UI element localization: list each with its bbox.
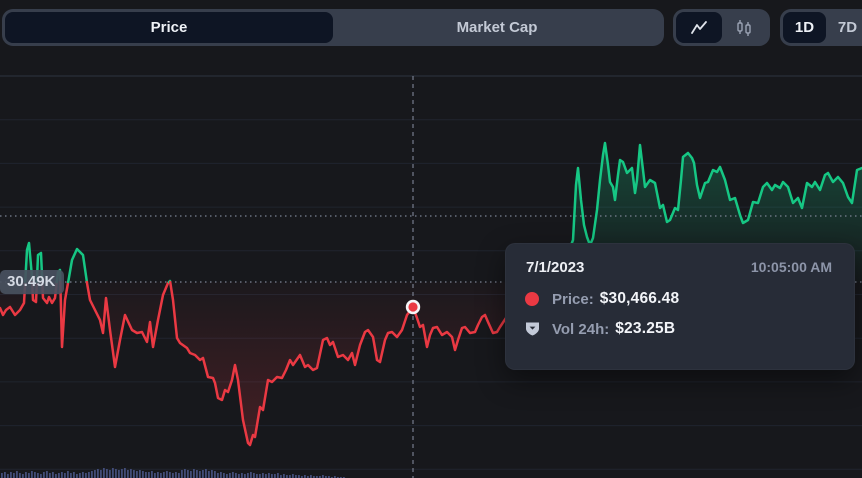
tooltip-price-label: Price: bbox=[552, 291, 594, 308]
tooltip-volume-value: $23.25B bbox=[615, 320, 675, 338]
chart-type-toggle bbox=[673, 9, 770, 46]
market-cap-tab[interactable]: Market Cap bbox=[333, 12, 661, 43]
range-1d-button[interactable]: 1D bbox=[783, 12, 826, 43]
price-chart-canvas[interactable] bbox=[0, 0, 862, 478]
tooltip-volume-label: Vol 24h: bbox=[552, 321, 609, 338]
chart-tooltip: 7/1/2023 10:05:00 AM Price: $30,466.48 V… bbox=[505, 243, 855, 370]
crypto-chart-screen: 30.49K 7/1/2023 10:05:00 AM Price: $30,4… bbox=[0, 0, 862, 478]
range-7d-button[interactable]: 7D bbox=[826, 12, 862, 43]
tooltip-price-value: $30,466.48 bbox=[600, 290, 680, 308]
tooltip-time: 10:05:00 AM bbox=[751, 259, 832, 275]
tooltip-volume-row: Vol 24h: $23.25B bbox=[521, 319, 834, 339]
metric-toggle: Price Market Cap bbox=[2, 9, 664, 46]
candlestick-icon bbox=[735, 19, 753, 37]
price-chart[interactable]: 30.49K 7/1/2023 10:05:00 AM Price: $30,4… bbox=[0, 0, 862, 478]
line-chart-icon bbox=[691, 21, 707, 35]
time-range-toggle: 1D 7D bbox=[780, 9, 862, 46]
price-series-dot-icon bbox=[521, 292, 543, 306]
volume-shield-icon bbox=[521, 321, 543, 337]
price-tab[interactable]: Price bbox=[5, 12, 333, 43]
baseline-price-label: 30.49K bbox=[0, 270, 64, 294]
line-chart-type-button[interactable] bbox=[676, 12, 722, 43]
tooltip-price-row: Price: $30,466.48 bbox=[521, 289, 834, 309]
tooltip-date: 7/1/2023 bbox=[526, 259, 584, 276]
hover-marker-dot bbox=[408, 302, 417, 311]
candlestick-chart-type-button[interactable] bbox=[722, 12, 768, 43]
